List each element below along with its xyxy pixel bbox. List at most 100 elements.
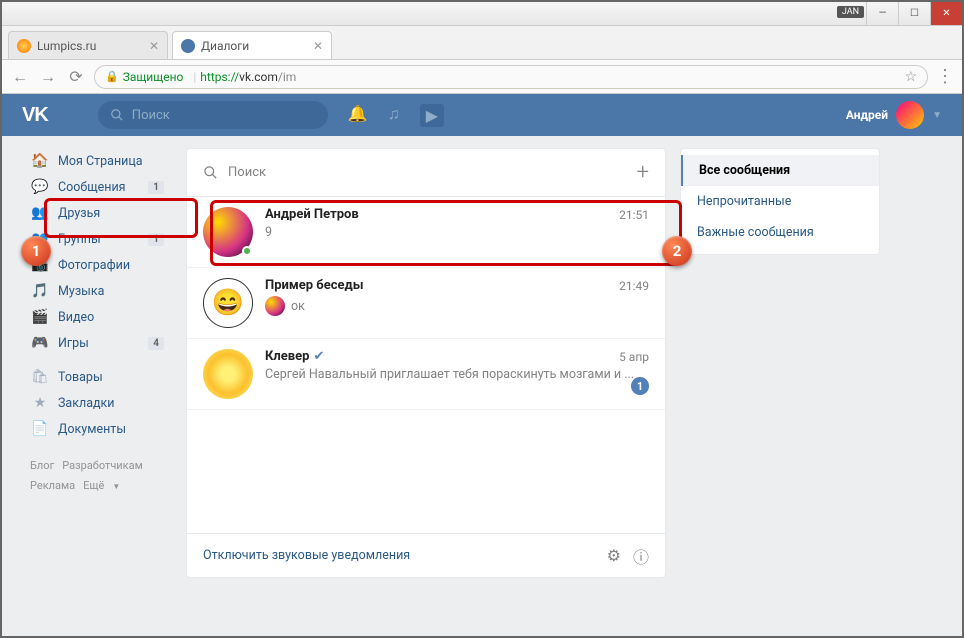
footer-ads[interactable]: Реклама bbox=[30, 479, 75, 492]
tab-close-icon[interactable]: ✕ bbox=[149, 39, 159, 53]
sidebar-item-label: Группы bbox=[58, 232, 101, 247]
dialog-avatar bbox=[203, 207, 253, 257]
dialog-time: 21:51 bbox=[619, 208, 649, 222]
sidebar-item-messages[interactable]: 💬Сообщения1 bbox=[22, 174, 172, 200]
tab-label: Lumpics.ru bbox=[37, 39, 96, 53]
vk-search[interactable]: Поиск bbox=[98, 101, 328, 129]
sidebar-item-my-page[interactable]: 🏠 Моя Страница bbox=[22, 148, 172, 174]
document-icon: 📄 bbox=[30, 421, 50, 437]
footer-more[interactable]: Ещё bbox=[83, 479, 104, 492]
avatar bbox=[896, 101, 924, 129]
play-icon[interactable]: ▶ bbox=[420, 104, 444, 127]
dialog-time: 21:49 bbox=[619, 279, 649, 293]
star-icon: ★ bbox=[30, 395, 50, 411]
dialog-time: 5 апр bbox=[619, 350, 649, 364]
dialog-name: Андрей Петров bbox=[265, 207, 359, 222]
online-dot-icon bbox=[242, 246, 252, 256]
friends-icon: 👥 bbox=[30, 205, 50, 221]
verified-icon: ✔ bbox=[313, 349, 324, 364]
vk-logo[interactable]: VK bbox=[22, 104, 48, 127]
browser-menu-icon[interactable]: ⋮ bbox=[936, 66, 954, 87]
sidebar-footer: Блог Разработчикам Реклама Ещё ▼ bbox=[22, 456, 172, 496]
search-placeholder: Поиск bbox=[228, 165, 266, 180]
browser-toolbar: ← → ⟳ 🔒 Защищено | https:// vk.com /im ☆… bbox=[2, 60, 962, 94]
video-icon: 🎬 bbox=[30, 309, 50, 325]
gamepad-icon: 🎮 bbox=[30, 335, 50, 351]
sidebar-item-friends[interactable]: 👥 Друзья bbox=[22, 200, 172, 226]
sidebar-item-label: Музыка bbox=[58, 284, 104, 299]
nav-forward-icon[interactable]: → bbox=[38, 67, 58, 87]
user-name: Андрей bbox=[846, 108, 888, 122]
header-icons: 🔔 ♫ ▶ bbox=[348, 104, 444, 127]
filter-unread[interactable]: Непрочитанные bbox=[681, 186, 879, 217]
badge: 4 bbox=[148, 337, 164, 350]
sidebar-item-market[interactable]: 🛍Товары bbox=[22, 364, 172, 390]
dialog-item[interactable]: Клевер✔5 апр Сергей Навальный приглашает… bbox=[187, 339, 665, 410]
dialog-preview: ок bbox=[265, 296, 649, 316]
filter-all[interactable]: Все сообщения bbox=[681, 155, 879, 186]
browser-tabs: Lumpics.ru ✕ Диалоги ✕ bbox=[2, 26, 962, 60]
window-close[interactable]: ✕ bbox=[930, 2, 962, 25]
music-icon[interactable]: ♫ bbox=[388, 104, 400, 127]
tab-lumpics[interactable]: Lumpics.ru ✕ bbox=[8, 31, 168, 59]
window-minimize[interactable]: — bbox=[866, 2, 898, 25]
dialog-item[interactable]: Андрей Петров 21:51 9 bbox=[187, 197, 665, 268]
footer-blog[interactable]: Блог bbox=[30, 459, 54, 472]
badge: 1 bbox=[148, 181, 164, 194]
dialog-avatar bbox=[203, 349, 253, 399]
url-proto: https:// bbox=[200, 70, 239, 84]
sidebar-item-label: Видео bbox=[58, 310, 94, 325]
sidebar-item-label: Сообщения bbox=[58, 180, 126, 195]
chevron-down-icon: ▼ bbox=[112, 482, 120, 491]
window-titlebar: JAN — ☐ ✕ bbox=[2, 2, 962, 26]
dialog-preview: 9 bbox=[265, 225, 649, 240]
bag-icon: 🛍 bbox=[30, 369, 50, 385]
content: 🏠Моя Страница 💬Сообщения1 👥Друзья 👥Групп… bbox=[2, 136, 962, 590]
tab-label: Диалоги bbox=[201, 39, 249, 53]
badge: 1 bbox=[148, 233, 164, 246]
sidebar-item-label: Друзья bbox=[58, 206, 100, 221]
sidebar-item-music[interactable]: 🎵Музыка bbox=[22, 278, 172, 304]
favicon-lumpics bbox=[17, 39, 31, 53]
sidebar-item-label: Закладки bbox=[58, 396, 115, 411]
dialog-name: Пример беседы bbox=[265, 278, 364, 293]
sidebar-item-games[interactable]: 🎮Игры4 bbox=[22, 330, 172, 356]
disable-sound-link[interactable]: Отключить звуковые уведомления bbox=[203, 548, 410, 563]
sidebar-item-bookmarks[interactable]: ★ Закладки bbox=[22, 390, 172, 416]
dialogs-search[interactable]: Поиск + bbox=[187, 149, 665, 197]
url-host: vk.com bbox=[239, 70, 278, 84]
bell-icon[interactable]: 🔔 bbox=[348, 104, 368, 127]
search-icon bbox=[203, 165, 218, 180]
filters-panel: Все сообщения Непрочитанные Важные сообщ… bbox=[680, 148, 880, 255]
gear-icon[interactable]: ⚙ bbox=[607, 546, 621, 565]
new-dialog-icon[interactable]: + bbox=[637, 160, 649, 185]
sidebar-item-video[interactable]: 🎬 Видео bbox=[22, 304, 172, 330]
sidebar: 🏠Моя Страница 💬Сообщения1 👥Друзья 👥Групп… bbox=[22, 148, 172, 578]
nav-reload-icon[interactable]: ⟳ bbox=[66, 67, 86, 86]
tab-close-icon[interactable]: ✕ bbox=[313, 39, 323, 53]
tab-dialogs[interactable]: Диалоги ✕ bbox=[172, 31, 332, 59]
page: VK Поиск 🔔 ♫ ▶ Андрей ▼ 🏠Моя Страница 💬С… bbox=[2, 94, 962, 636]
url-path: /im bbox=[278, 70, 296, 84]
secure-label: Защищено bbox=[123, 70, 184, 84]
dialog-item[interactable]: 😄 Пример беседы21:49 ок bbox=[187, 268, 665, 339]
filter-important[interactable]: Важные сообщения bbox=[681, 217, 879, 248]
unread-badge: 1 bbox=[631, 377, 649, 395]
sidebar-item-documents[interactable]: 📄 Документы bbox=[22, 416, 172, 442]
vk-search-placeholder: Поиск bbox=[132, 108, 170, 123]
info-icon[interactable]: ⓘ bbox=[633, 544, 649, 568]
footer-dev[interactable]: Разработчикам bbox=[62, 459, 143, 472]
mini-avatar bbox=[265, 296, 285, 316]
lock-icon: 🔒 bbox=[105, 70, 119, 83]
window-maximize[interactable]: ☐ bbox=[898, 2, 930, 25]
home-icon: 🏠 bbox=[30, 153, 50, 169]
sidebar-item-label: Документы bbox=[58, 422, 126, 437]
sidebar-item-label: Моя Страница bbox=[58, 154, 143, 169]
bookmark-star-icon[interactable]: ☆ bbox=[904, 69, 917, 85]
dialogs-panel: Поиск + Андрей Петров21:51 9 😄 Пример бе… bbox=[186, 148, 666, 578]
main-panel: Поиск + Андрей Петров21:51 9 😄 Пример бе… bbox=[186, 148, 942, 578]
nav-back-icon[interactable]: ← bbox=[10, 67, 30, 87]
address-bar[interactable]: 🔒 Защищено | https:// vk.com /im ☆ bbox=[94, 65, 928, 89]
user-menu[interactable]: Андрей ▼ bbox=[846, 101, 942, 129]
annotation-number-2: 2 bbox=[662, 236, 692, 266]
